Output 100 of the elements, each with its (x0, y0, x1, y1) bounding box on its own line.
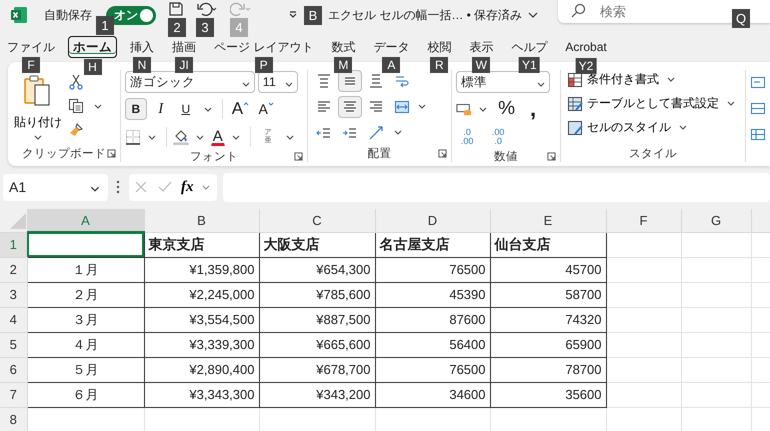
table-cell: 58700 (490, 282, 606, 307)
dialog-launcher-icon[interactable] (438, 148, 448, 158)
more-options-icon[interactable] (116, 180, 120, 194)
table-cell: ¥3,339,300 (144, 332, 259, 357)
row-header[interactable]: 8 (0, 407, 27, 431)
column-header[interactable]: C (259, 209, 375, 232)
group-label: スタイル (629, 146, 677, 160)
table-style-button[interactable]: テーブルとして書式設定 (565, 94, 741, 113)
column-header[interactable]: B (144, 209, 259, 232)
document-title: エクセル セルの幅一括… • 保存済み (328, 6, 522, 24)
delete-cells-icon[interactable] (750, 100, 766, 116)
dialog-launcher-icon[interactable] (106, 148, 116, 158)
align-orientation-icon (368, 124, 384, 141)
font-color-button[interactable]: A (210, 128, 225, 146)
fill-color-icon[interactable] (172, 129, 189, 145)
caret-icon[interactable] (418, 104, 426, 110)
table-cell: ¥2,245,000 (144, 282, 259, 307)
caret-icon (727, 101, 735, 106)
insert-function-button[interactable]: fx (181, 178, 194, 196)
align-middle-button[interactable] (338, 70, 362, 92)
brush-icon[interactable] (68, 122, 84, 138)
font-name-dropdown[interactable]: 游ゴシック (124, 71, 255, 93)
copy-icon[interactable] (68, 98, 84, 114)
undo-icon[interactable] (196, 1, 218, 17)
name-box[interactable]: A1 (3, 174, 108, 200)
increase-decimal-button[interactable]: .0 .00 (456, 126, 478, 148)
caret-icon[interactable] (286, 134, 294, 140)
caret-icon[interactable] (204, 106, 212, 112)
caret-icon[interactable] (88, 186, 102, 192)
format-cells-icon[interactable] (750, 126, 766, 142)
shrink-font-button[interactable]: A (255, 98, 278, 120)
customize-icon[interactable] (288, 10, 298, 20)
caret-icon[interactable] (148, 134, 156, 140)
autosave-label: 自動保存 (44, 6, 92, 24)
autosave-toggle[interactable]: オン (106, 6, 156, 24)
row-header[interactable]: 7 (0, 382, 27, 407)
table-cell: ４月 (27, 332, 144, 357)
table-cell: ¥887,500 (259, 307, 375, 332)
number-format-dropdown[interactable]: 標準 (456, 71, 550, 93)
column-header[interactable]: A (27, 209, 144, 232)
ribbon-tab[interactable]: ホーム (68, 36, 117, 58)
column-header[interactable]: G (681, 209, 751, 232)
group-label: フォント (190, 150, 238, 164)
caret-icon[interactable] (242, 82, 250, 86)
dialog-launcher-icon[interactable] (547, 152, 556, 161)
currency-format-icon[interactable] (456, 101, 472, 117)
scissors-icon[interactable] (68, 74, 84, 90)
keytip: Y1 (519, 56, 540, 72)
chevron-down-icon[interactable] (528, 12, 538, 18)
comma-style-button[interactable]: , (522, 98, 544, 120)
percent-style-button[interactable]: % (494, 98, 520, 120)
excel-logo-icon (10, 6, 28, 24)
row-header[interactable]: 1 (0, 232, 27, 257)
keytip: M (334, 56, 352, 72)
row-header[interactable]: 6 (0, 357, 27, 382)
row-header[interactable]: 2 (0, 257, 27, 282)
borders-icon[interactable] (124, 129, 141, 145)
caret-icon[interactable] (196, 134, 204, 140)
caret-icon[interactable] (284, 82, 293, 86)
save-icon[interactable] (168, 1, 184, 17)
column-header[interactable]: D (375, 209, 490, 232)
table-cell: 名古屋支店 (375, 232, 490, 257)
caret-icon[interactable] (394, 130, 402, 136)
grow-font-button[interactable]: A (228, 98, 252, 120)
active-cell[interactable] (27, 232, 144, 257)
font-size-dropdown[interactable]: 11 (258, 71, 298, 93)
keytip: N (133, 56, 151, 72)
column-header[interactable]: E (490, 209, 606, 232)
align-merge-icon (394, 98, 410, 115)
table-cell: 45390 (375, 282, 490, 307)
keytip: R (430, 56, 448, 72)
align-top-icon (316, 73, 332, 90)
table-cell: 76500 (375, 257, 490, 282)
caret-icon[interactable] (34, 135, 42, 140)
dialog-launcher-icon[interactable] (294, 152, 303, 161)
underline-button[interactable]: U (174, 98, 197, 120)
decrease-decimal-button[interactable]: .00 .0 (487, 126, 510, 148)
caret-icon[interactable] (479, 106, 488, 112)
row-header[interactable]: 4 (0, 307, 27, 332)
keytip: P (254, 56, 273, 72)
align-center-button[interactable] (338, 96, 362, 118)
table-cell: ３月 (27, 307, 144, 332)
ribbon-tab[interactable]: Acrobat (560, 35, 612, 59)
table-cell: 74320 (490, 307, 606, 332)
italic-button[interactable]: I (150, 98, 172, 120)
paste-button[interactable]: 貼り付け (12, 74, 64, 144)
row-header[interactable]: 5 (0, 332, 27, 357)
caret-icon[interactable] (232, 134, 240, 140)
cell-style-button[interactable]: セルのスタイル (565, 118, 741, 137)
table-cell: ¥3,343,300 (144, 382, 259, 407)
row-header[interactable]: 3 (0, 282, 27, 307)
table-cell: １月 (27, 257, 144, 282)
bold-button[interactable]: B (124, 98, 147, 120)
caret-icon[interactable] (537, 82, 546, 86)
column-header[interactable]: F (606, 209, 681, 232)
insert-cells-icon[interactable] (750, 74, 766, 90)
table-cell: 78700 (490, 357, 606, 382)
search-icon (570, 3, 586, 19)
caret-icon[interactable] (94, 104, 102, 108)
group-label: 数値 (494, 150, 518, 164)
